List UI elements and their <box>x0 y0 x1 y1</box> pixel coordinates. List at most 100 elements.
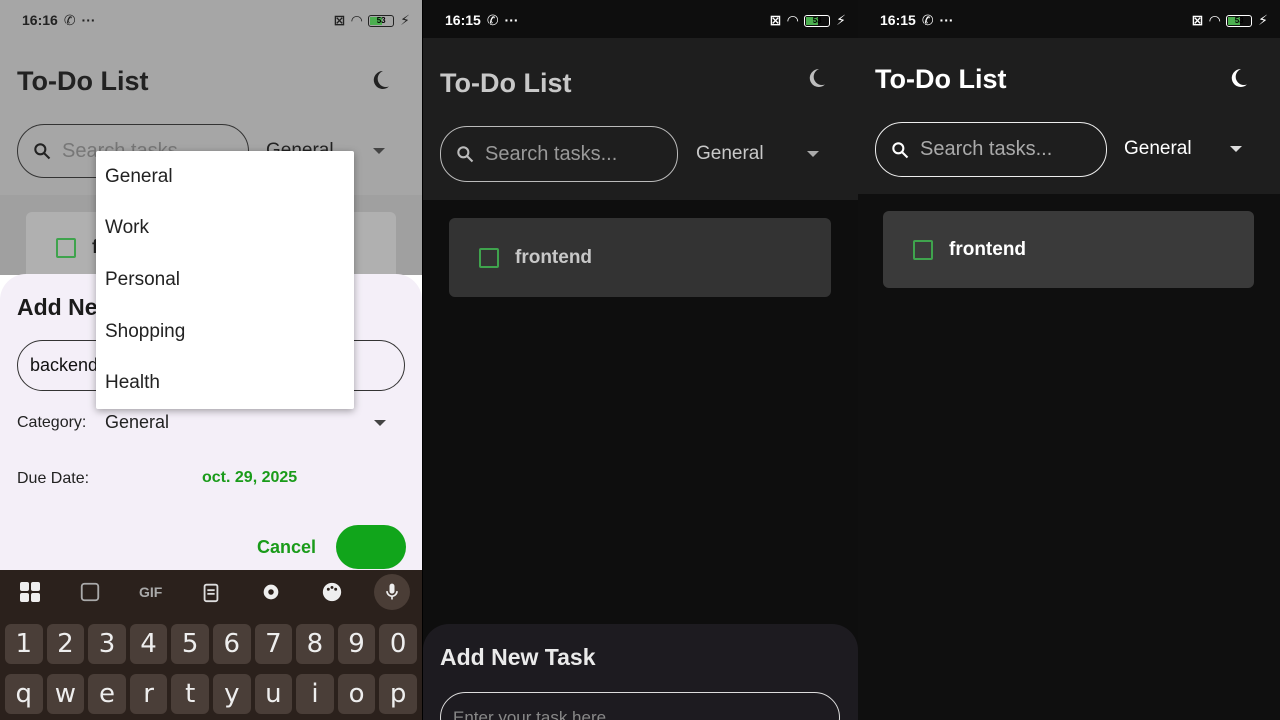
category-dropdown-menu: General Work Personal Shopping Health <box>96 151 354 409</box>
palette-icon[interactable] <box>314 574 350 610</box>
task-card[interactable]: frontend <box>449 218 831 297</box>
sim-off-icon: ⊠ <box>1191 12 1204 28</box>
wifi-icon: ◠ <box>351 12 363 28</box>
key-u[interactable]: u <box>254 674 293 714</box>
sim-off-icon: ⊠ <box>333 12 346 28</box>
key-2[interactable]: 2 <box>46 624 85 664</box>
key-t[interactable]: t <box>171 674 209 714</box>
charging-icon: ⚡ <box>836 12 846 28</box>
task-name-field[interactable]: Enter your task here <box>440 692 840 720</box>
more-dots-icon: ··· <box>81 12 96 28</box>
moon-icon[interactable] <box>1226 66 1250 90</box>
app-bar: To-Do List Search tasks... General <box>858 38 1280 194</box>
key-5[interactable]: 5 <box>171 624 209 664</box>
key-p[interactable]: p <box>379 674 417 714</box>
battery-icon: 53 <box>804 14 831 27</box>
key-i[interactable]: i <box>296 674 334 714</box>
key-8[interactable]: 8 <box>296 624 334 664</box>
key-w[interactable]: w <box>46 674 85 714</box>
menu-item-shopping[interactable]: Shopping <box>96 306 354 358</box>
more-dots-icon: ··· <box>939 12 954 28</box>
search-input[interactable]: Search tasks... <box>440 126 678 182</box>
key-y[interactable]: y <box>212 674 251 714</box>
whatsapp-icon: ✆ <box>63 11 76 28</box>
phone-screen-light-dialog: 16:16 ✆ ··· ⊠ ◠ 53 ⚡ To-Do List Search t… <box>0 0 422 720</box>
charging-icon: ⚡ <box>1258 12 1268 28</box>
page-title: To-Do List <box>17 66 149 96</box>
key-e[interactable]: e <box>88 674 126 714</box>
key-4[interactable]: 4 <box>129 624 168 664</box>
sheet-title: Add New Task <box>440 644 596 670</box>
sim-off-icon: ⊠ <box>769 12 782 28</box>
key-1[interactable]: 1 <box>5 624 43 664</box>
clipboard-icon[interactable] <box>193 574 229 610</box>
chevron-down-icon[interactable] <box>807 151 819 157</box>
phone-screen-dark-list: 16:15 ✆ ··· ⊠ ◠ 53 ⚡ To-Do List Search t… <box>858 0 1280 720</box>
search-icon <box>892 141 909 158</box>
task-card[interactable]: frontend <box>883 211 1254 288</box>
task-checkbox[interactable] <box>913 239 933 260</box>
charging-icon: ⚡ <box>400 12 410 28</box>
battery-icon: 53 <box>1226 14 1253 27</box>
battery-icon: 53 <box>368 14 395 27</box>
menu-item-work[interactable]: Work <box>96 203 354 255</box>
whatsapp-icon: ✆ <box>921 11 934 28</box>
status-bar: 16:15 ✆ ··· ⊠ ◠ 53 ⚡ <box>423 0 858 40</box>
status-time: 16:15 <box>880 12 916 28</box>
category-label: Category: <box>17 414 87 431</box>
search-placeholder: Search tasks... <box>920 138 1053 160</box>
task-name: frontend <box>515 246 593 268</box>
number-key-row: 1 2 3 4 5 6 7 8 9 0 <box>0 624 422 664</box>
app-bar: To-Do List Search tasks... General <box>423 38 858 200</box>
phone-screen-dark-sheet: 16:15 ✆ ··· ⊠ ◠ 53 ⚡ To-Do List Search t… <box>423 0 858 720</box>
task-checkbox[interactable] <box>479 247 499 268</box>
search-placeholder: Search tasks... <box>485 142 618 165</box>
key-6[interactable]: 6 <box>212 624 251 664</box>
wifi-icon: ◠ <box>1209 12 1221 28</box>
key-7[interactable]: 7 <box>254 624 293 664</box>
category-filter-dropdown[interactable]: General <box>1124 122 1192 176</box>
page-title: To-Do List <box>440 68 572 98</box>
status-bar: 16:15 ✆ ··· ⊠ ◠ 53 ⚡ <box>858 0 1280 40</box>
chevron-down-icon[interactable] <box>373 148 385 154</box>
moon-icon[interactable] <box>804 66 828 90</box>
apps-grid-icon[interactable] <box>12 574 48 610</box>
letter-key-row: q w e r t y u i o p <box>0 674 422 714</box>
moon-icon[interactable] <box>368 68 392 92</box>
task-checkbox[interactable] <box>56 238 76 258</box>
page-title: To-Do List <box>875 64 1007 94</box>
key-o[interactable]: o <box>337 674 376 714</box>
key-0[interactable]: 0 <box>379 624 417 664</box>
gear-icon[interactable] <box>253 574 289 610</box>
chevron-down-icon[interactable] <box>374 420 386 426</box>
more-dots-icon: ··· <box>504 12 519 28</box>
gif-button[interactable]: GIF <box>133 574 169 610</box>
menu-item-health[interactable]: Health <box>96 357 354 409</box>
whatsapp-icon: ✆ <box>486 11 499 28</box>
status-time: 16:16 <box>22 12 58 28</box>
search-icon <box>457 146 474 163</box>
menu-item-general[interactable]: General <box>96 151 354 203</box>
mic-icon[interactable] <box>373 574 410 610</box>
status-bar: 16:16 ✆ ··· ⊠ ◠ 53 ⚡ <box>0 0 422 40</box>
chevron-down-icon[interactable] <box>1230 146 1242 152</box>
cancel-button[interactable]: Cancel <box>257 537 316 558</box>
category-select[interactable]: General <box>105 412 169 433</box>
key-q[interactable]: q <box>5 674 43 714</box>
key-3[interactable]: 3 <box>88 624 126 664</box>
keyboard-toolbar: GIF <box>0 570 422 614</box>
category-filter-dropdown[interactable]: General <box>696 126 764 182</box>
menu-item-personal[interactable]: Personal <box>96 254 354 306</box>
key-9[interactable]: 9 <box>337 624 376 664</box>
soft-keyboard: GIF 1 2 3 4 5 6 7 8 9 0 q w e r t y u i … <box>0 570 422 720</box>
add-button[interactable] <box>336 525 406 569</box>
due-date-picker[interactable]: oct. 29, 2025 <box>202 469 297 487</box>
task-name: frontend <box>949 238 1027 260</box>
sticker-icon[interactable] <box>72 574 108 610</box>
search-input[interactable]: Search tasks... <box>875 122 1107 177</box>
add-task-sheet: Add New Task Enter your task here <box>423 624 858 720</box>
wifi-icon: ◠ <box>787 12 799 28</box>
key-r[interactable]: r <box>129 674 168 714</box>
due-date-label: Due Date: <box>17 470 90 487</box>
status-time: 16:15 <box>445 12 481 28</box>
